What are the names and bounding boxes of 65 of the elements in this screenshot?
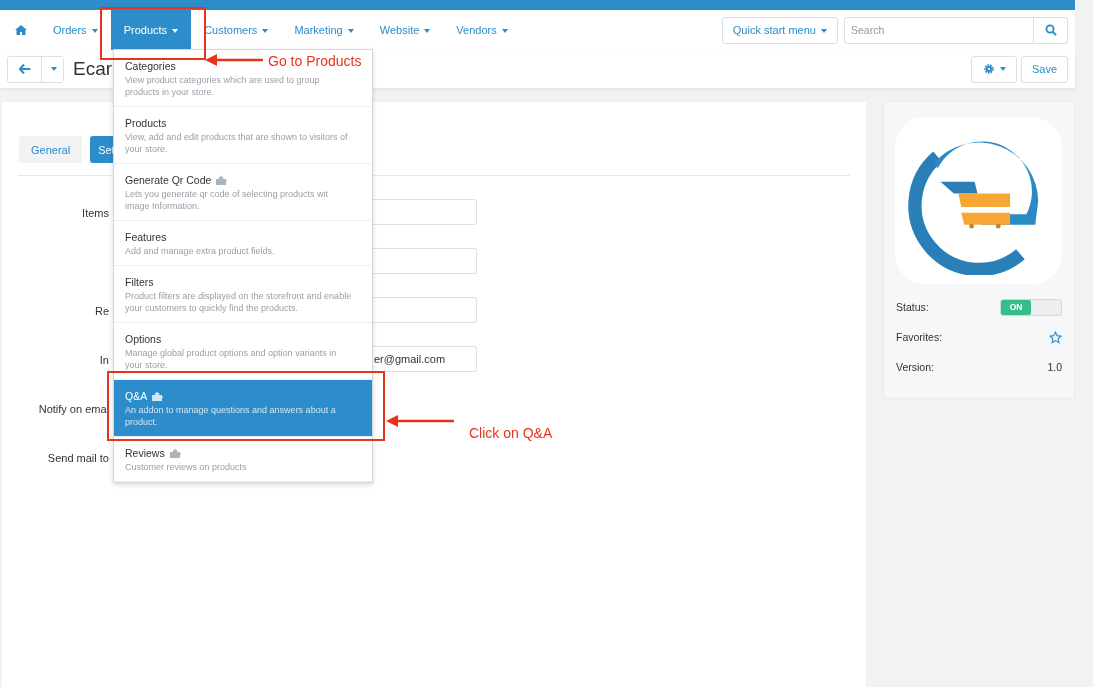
field-label: Items <box>82 207 109 219</box>
search-button[interactable] <box>1034 16 1068 44</box>
home-icon[interactable] <box>15 25 27 35</box>
menu-item-title: Q&A <box>125 390 148 402</box>
menu-item-title: Features <box>125 231 167 243</box>
input-field[interactable]: er@gmail.com <box>372 346 477 372</box>
menu-item[interactable]: Features Add and manage extra product fields. <box>114 221 372 266</box>
cart-logo-icon <box>895 117 1062 284</box>
caret-icon <box>91 29 98 34</box>
annotation-text: Click on Q&A <box>469 425 553 441</box>
nav-tab[interactable]: Products <box>110 10 192 50</box>
menu-item[interactable]: Reviews Customer reviews on products <box>114 437 372 482</box>
settings-button[interactable] <box>971 55 1017 83</box>
input-field[interactable] <box>372 248 477 274</box>
menu-item-description: Product filters are displayed on the storefront and enable your customers to quickly find the products. <box>125 290 353 314</box>
menu-item-title: Products <box>125 117 167 129</box>
input-field[interactable] <box>372 297 477 323</box>
menu-item-description: Customer reviews on products <box>125 461 248 473</box>
menu-item-title: Filters <box>125 276 154 288</box>
field-label: In <box>99 354 109 366</box>
menu-item-description: Add and manage extra product fields. <box>125 245 276 257</box>
search-field[interactable]: Search <box>844 16 1034 44</box>
settings-icon <box>982 63 995 75</box>
menu-item-title: Reviews <box>125 447 165 459</box>
annotation-text: Go to Products <box>268 53 362 69</box>
caret-icon <box>50 67 57 71</box>
menu-item-description: An addon to manage questions and answers about a product. <box>125 404 337 428</box>
caret-icon <box>262 29 269 34</box>
menu-item-description: View product categories which are used to group products in your store. <box>125 74 321 98</box>
caret-icon <box>172 29 179 34</box>
caret-icon <box>821 29 827 34</box>
status-toggle[interactable]: ON <box>1000 298 1062 316</box>
pointer-arrow <box>205 54 263 66</box>
search-icon <box>1044 24 1057 36</box>
star-icon[interactable] <box>1049 330 1062 344</box>
nav-tab[interactable]: Orders <box>40 10 111 50</box>
nav-tab[interactable]: Vendors <box>443 10 521 50</box>
menu-item-description: Manage global product options and option variants in your store. <box>125 347 338 371</box>
caret-icon <box>347 29 354 34</box>
menu-item[interactable]: Filters Product filters are displayed on the storefront and enable your customers to quickly find the products. <box>114 266 372 323</box>
quick-start-button[interactable]: Quick start menu <box>721 16 838 44</box>
version-label: Version: <box>896 361 934 373</box>
tab[interactable]: General <box>19 136 83 163</box>
menu-item-description: Lets you generate qr code of selecting products wit image Information. <box>125 188 330 212</box>
menu-item[interactable]: Q&A An addon to manage questions and answers about a product. <box>114 380 372 437</box>
favorites-label: Favorites: <box>896 331 943 343</box>
caret-icon <box>999 67 1006 71</box>
history-dropdown[interactable] <box>41 56 63 82</box>
menu-item-title: Generate Qr Code <box>125 174 212 186</box>
menu-item-title: Categories <box>125 60 176 72</box>
back-arrow-icon <box>18 64 31 74</box>
menu-item[interactable]: Products View, add and edit products that are shown to visitors of your store. <box>114 107 372 164</box>
field-label: Send mail to <box>47 452 109 464</box>
caret-icon <box>424 29 431 34</box>
version-value: 1.0 <box>1047 361 1062 373</box>
field-label: Re <box>94 305 109 317</box>
page-title: Ecar <box>73 58 113 80</box>
input-field[interactable] <box>372 199 477 225</box>
status-label: Status: <box>896 301 929 313</box>
menu-item-title: Options <box>125 333 162 345</box>
menu-item-description: View, add and edit products that are shown to visitors of your store. <box>125 131 349 155</box>
pointer-arrow <box>386 415 454 427</box>
save-button[interactable]: Save <box>1021 55 1068 83</box>
menu-item[interactable]: Generate Qr Code Lets you generate qr code of selecting products wit image Information. <box>114 164 372 221</box>
caret-icon <box>501 29 508 34</box>
